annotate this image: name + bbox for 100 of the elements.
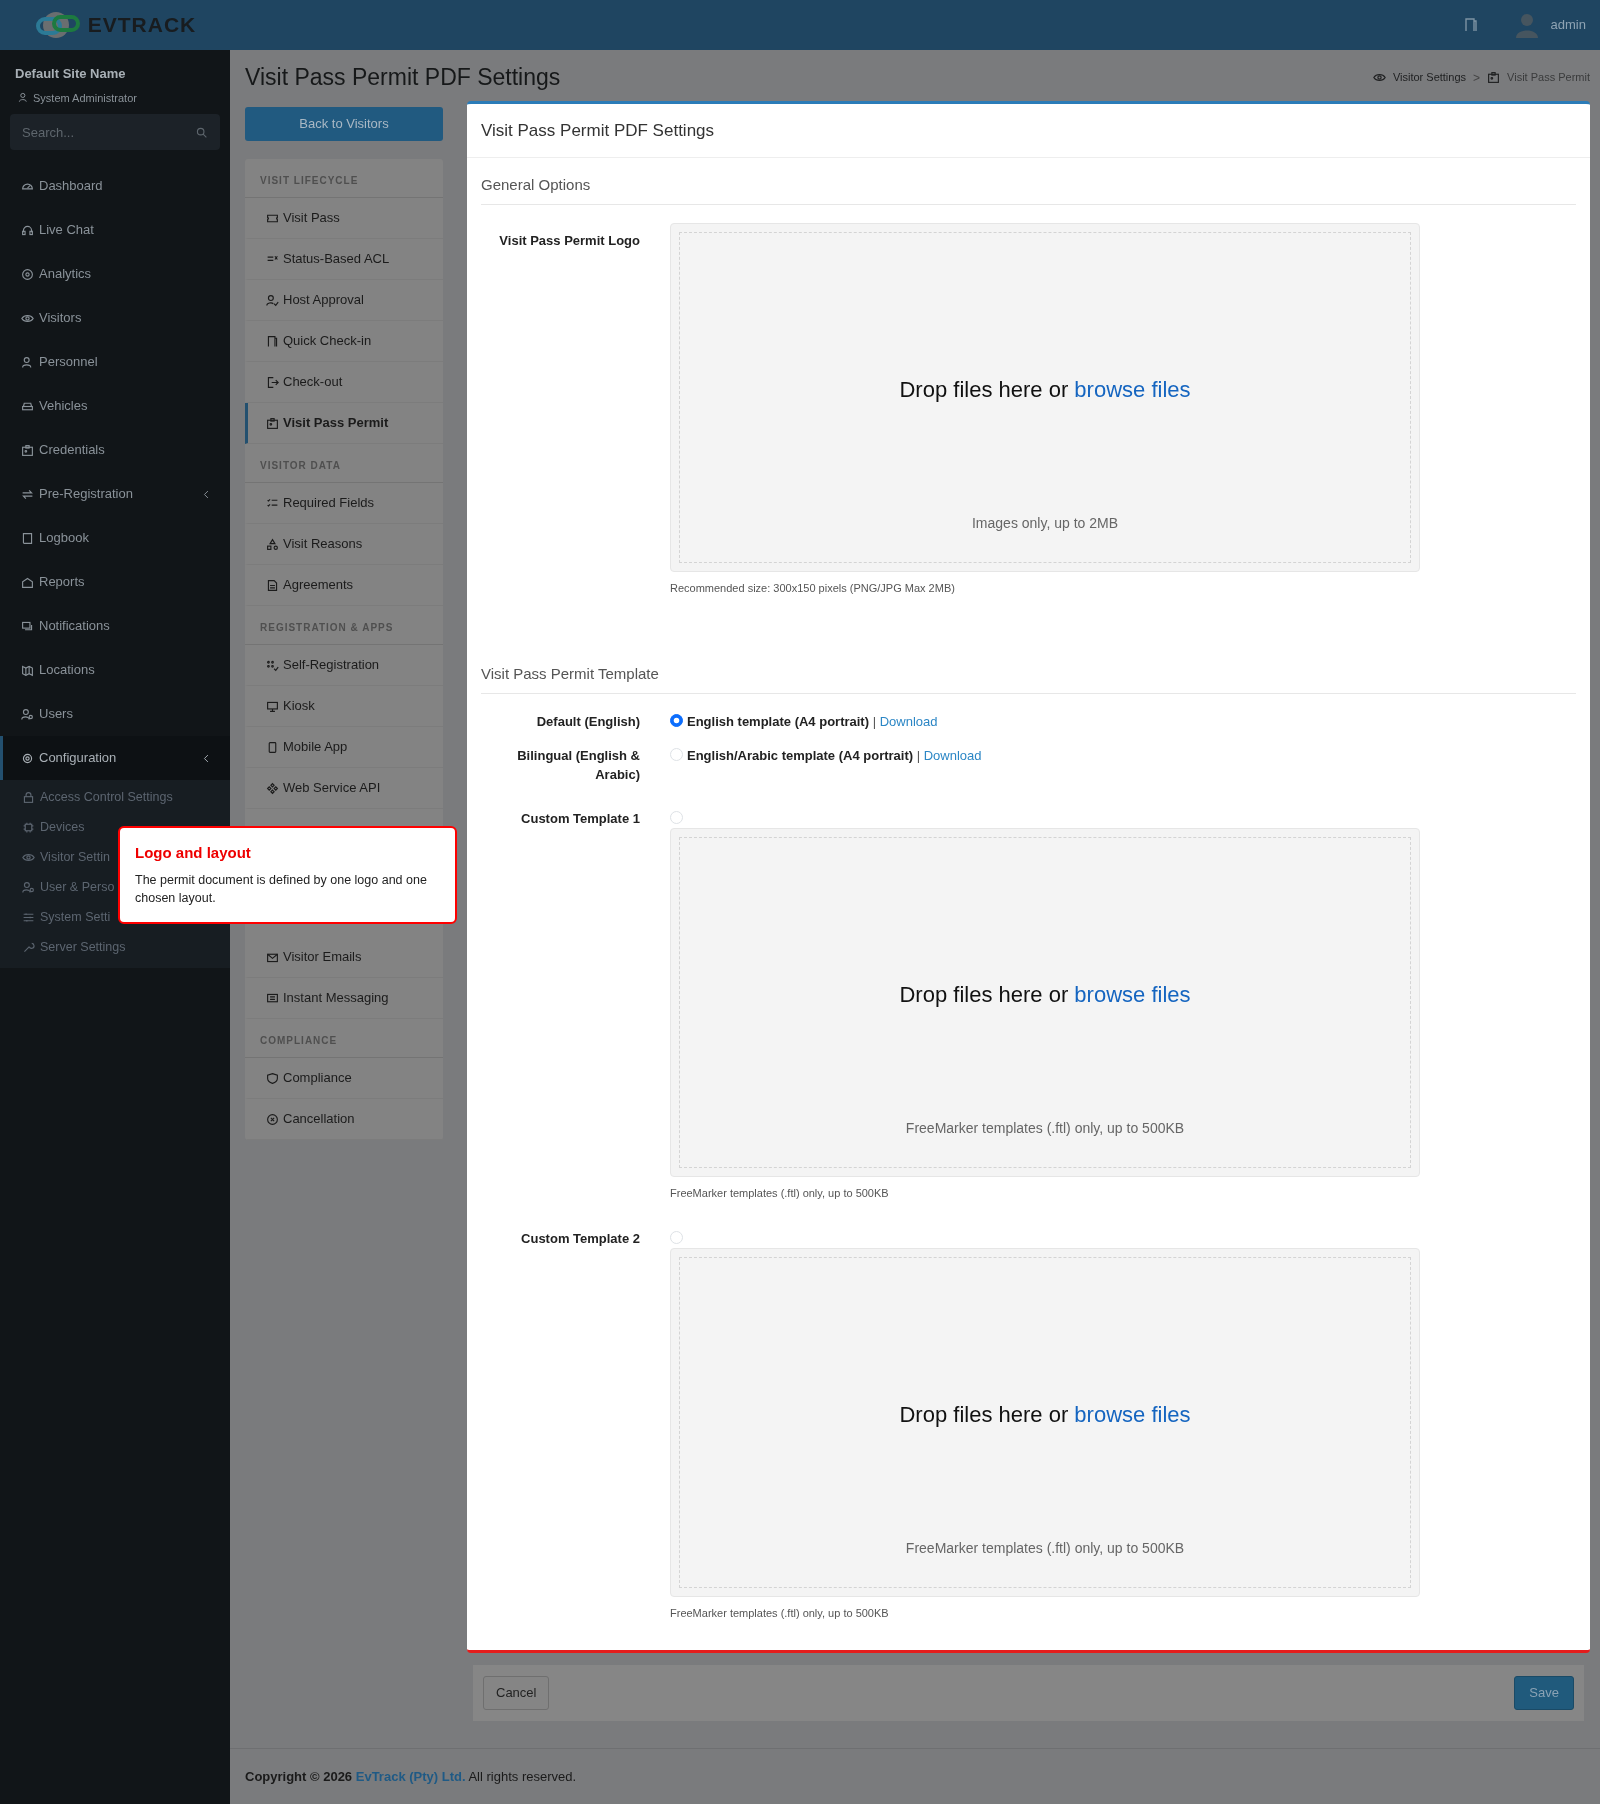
person-check-icon [266, 293, 279, 307]
submenu-item[interactable]: Access Control Settings [0, 782, 195, 812]
sidebar-item[interactable]: Credentials [0, 428, 230, 472]
user-icon [18, 92, 29, 104]
download-link[interactable]: Download [923, 747, 982, 763]
sidebar-item[interactable]: Visitors [0, 296, 230, 340]
eye-icon [1372, 71, 1386, 84]
document-icon [266, 578, 279, 592]
avatar-icon [1514, 12, 1539, 38]
grid-icon [266, 658, 279, 672]
headset-icon [21, 223, 34, 237]
field-label: Default (English) [535, 713, 640, 731]
checklist-icon [266, 496, 279, 510]
site-name: Default Site Name [14, 65, 127, 83]
cancel-icon [266, 1112, 279, 1126]
user-role: System Administrator [33, 90, 137, 106]
settings-nav-item[interactable]: Host Approval [245, 280, 443, 321]
settings-nav-item[interactable]: Compliance [245, 1058, 443, 1099]
settings-nav-item[interactable]: Status-Based ACL [245, 239, 443, 280]
browse-link[interactable]: browse files [1074, 981, 1191, 1007]
field-label: Custom Template 1 [520, 809, 640, 828]
logo-icon [33, 10, 82, 40]
sidebar-item[interactable]: Logbook [0, 516, 230, 560]
monitor-icon [266, 699, 279, 713]
settings-nav-item[interactable]: Agreements [245, 565, 443, 606]
users-icon [21, 707, 34, 721]
file-dropzone[interactable]: Drop files here or browse files FreeMarker templates (.ftl) only, up to 500KB [670, 827, 1420, 1177]
sidebar-item[interactable]: Live Chat [0, 208, 230, 252]
breadcrumb-link[interactable]: Visitor Settings [1392, 69, 1467, 86]
breadcrumb-link[interactable]: Visit Pass Permit [1507, 69, 1590, 86]
chip-icon [22, 820, 35, 834]
card-title: Visit Pass Permit PDF Settings [467, 104, 1590, 158]
arrows-icon [21, 487, 34, 501]
submenu-item[interactable]: Devices [0, 812, 107, 842]
sidebar-item[interactable]: Notifications [0, 604, 230, 648]
sidebar-item[interactable]: Configuration [0, 736, 230, 780]
sidebar-item[interactable]: Users [0, 692, 230, 736]
sidebar-item[interactable]: Pre-Registration [0, 472, 230, 516]
user-name[interactable]: admin [1550, 15, 1586, 35]
dropzone-prompt: Drop files here or browse files [899, 376, 1191, 404]
door-icon [1462, 17, 1479, 33]
settings-nav-item[interactable]: Kiosk [245, 686, 443, 727]
message-icon [266, 991, 279, 1005]
network-icon [266, 781, 279, 795]
sidebar-item[interactable]: Vehicles [0, 384, 230, 428]
submenu-item[interactable]: Server Settings [0, 932, 148, 962]
help-text: Recommended size: 300x150 pixels (PNG/JPG Max 2MB) [670, 581, 956, 596]
help-text: FreeMarker templates (.ftl) only, up to 500KB [670, 1606, 890, 1621]
search-icon [195, 126, 208, 139]
search-field[interactable]: Search... [10, 114, 220, 150]
door-icon [266, 334, 279, 348]
settings-nav-item[interactable]: Required Fields [245, 483, 443, 524]
users-icon [22, 880, 35, 894]
browse-link[interactable]: browse files [1074, 377, 1191, 402]
id-card-icon [266, 416, 279, 430]
settings-nav-item[interactable]: Quick Check-in [245, 321, 443, 362]
section-heading: General Options [481, 157, 1576, 205]
file-dropzone[interactable]: Drop files here or browse files FreeMarker templates (.ftl) only, up to 500KB [670, 1248, 1420, 1597]
download-link[interactable]: Download [879, 714, 938, 729]
submenu-item[interactable]: System Setti [0, 902, 133, 932]
submenu-item[interactable]: Visitor Settin [0, 842, 132, 872]
back-button[interactable]: Back to Visitors [245, 107, 443, 141]
dropzone-prompt: Drop files here or browse files [899, 980, 1191, 1009]
sidebar-item[interactable]: Dashboard [0, 164, 230, 208]
field-label: Visit Pass Permit Logo [498, 232, 640, 250]
settings-nav-item[interactable]: Web Service API [245, 768, 443, 809]
settings-nav-item[interactable]: Cancellation [245, 1099, 443, 1140]
settings-nav-item[interactable]: Visit Reasons [245, 524, 443, 565]
field-label: Bilingual (English & Arabic) [516, 746, 640, 784]
dropzone-hint: FreeMarker templates (.ftl) only, up to 500KB [905, 1118, 1185, 1138]
cancel-button[interactable]: Cancel [483, 1675, 550, 1710]
settings-nav-item[interactable]: Visit Pass [245, 198, 443, 239]
shield-icon [266, 1071, 279, 1085]
id-card-icon [21, 443, 34, 457]
callout-title: Logo and layout [135, 843, 252, 863]
template-option: English template (A4 portrait) | Download [687, 712, 938, 732]
book-icon [21, 531, 34, 545]
settings-nav-item[interactable]: Instant Messaging [245, 978, 443, 1019]
sidebar-item[interactable]: Personnel [0, 340, 230, 384]
person-icon [21, 355, 34, 369]
template-option: English/Arabic template (A4 portrait) | Download [687, 745, 982, 765]
save-button[interactable]: Save [1514, 1675, 1574, 1710]
sidebar-item[interactable]: Analytics [0, 252, 230, 296]
sidebar-item[interactable]: Reports [0, 560, 230, 604]
phone-icon [266, 740, 279, 754]
settings-nav-item[interactable]: Check-out [245, 362, 443, 403]
settings-nav-item[interactable]: Mobile App [245, 727, 443, 768]
section-heading: Visit Pass Permit Template [481, 646, 1576, 694]
settings-nav-item[interactable]: Self-Registration [245, 645, 443, 686]
exit-icon [266, 375, 279, 389]
file-dropzone[interactable]: Drop files here or browse files Images only, up to 2MB [670, 223, 1420, 572]
settings-nav-item[interactable]: Visitor Emails [245, 937, 443, 978]
sidebar-item[interactable]: Locations [0, 648, 230, 692]
shapes-icon [266, 537, 279, 551]
browse-link[interactable]: browse files [1074, 1402, 1191, 1427]
template-radio[interactable] [670, 714, 683, 727]
lock-icon [22, 790, 35, 804]
field-label: Custom Template 2 [520, 1230, 640, 1248]
page-title: Visit Pass Permit PDF Settings [245, 63, 561, 92]
settings-nav-item[interactable]: Visit Pass Permit [245, 403, 443, 444]
